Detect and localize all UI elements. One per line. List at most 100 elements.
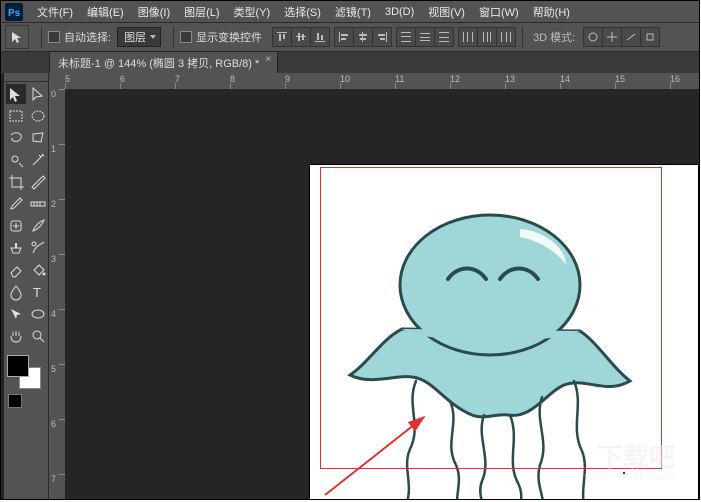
document-tab-title: 未标题-1 @ 144% (椭圆 3 拷贝, RGB/8) *: [58, 58, 259, 70]
align-left-icon[interactable]: [334, 27, 354, 47]
checkbox-icon: [180, 31, 192, 43]
ruler-tick: 11: [395, 74, 404, 84]
tools-grip-icon[interactable]: [4, 73, 48, 82]
tools-panel: T: [4, 73, 49, 499]
ruler-tick: 2: [51, 199, 56, 209]
history-brush-icon[interactable]: [28, 238, 48, 258]
brush-icon[interactable]: [28, 216, 48, 236]
auto-select-target-value: 图层: [124, 29, 146, 45]
color-swatches[interactable]: [6, 354, 46, 390]
path-select-icon[interactable]: [28, 84, 48, 104]
paint-bucket-icon[interactable]: [28, 260, 48, 280]
align-right-icon[interactable]: [373, 27, 392, 47]
ruler-tick: 12: [450, 74, 460, 84]
oval-marquee-icon[interactable]: [28, 106, 48, 126]
ruler-origin[interactable]: [49, 73, 66, 90]
menu-select[interactable]: 选择(S): [277, 3, 328, 21]
crop-icon[interactable]: [6, 172, 26, 192]
poly-lasso-icon[interactable]: [28, 128, 48, 148]
mode3d-scale-icon[interactable]: [641, 27, 660, 47]
mode3d-pan-icon[interactable]: [603, 27, 622, 47]
align-left-group: [334, 27, 392, 47]
svg-text:T: T: [33, 285, 41, 300]
ruler-icon[interactable]: [28, 194, 48, 214]
show-transform-checkbox[interactable]: 显示变换控件: [180, 29, 262, 45]
ruler-tick: 7: [51, 474, 56, 484]
document-tab[interactable]: 未标题-1 @ 144% (椭圆 3 拷贝, RGB/8) * ×: [49, 51, 278, 74]
rect-marquee-icon[interactable]: [6, 106, 26, 126]
distribute-group: [396, 27, 454, 47]
hand-icon[interactable]: [6, 326, 26, 346]
main-area: T 5678910111213141516 012345678: [1, 73, 699, 499]
move-tool-icon[interactable]: [6, 84, 26, 104]
ruler-tick: 14: [560, 74, 570, 84]
magic-wand-icon[interactable]: [28, 150, 48, 170]
menu-edit[interactable]: 编辑(E): [80, 3, 131, 21]
quick-select-icon[interactable]: [6, 150, 26, 170]
zoom-icon[interactable]: [28, 326, 48, 346]
ruler-tick: 0: [51, 89, 56, 99]
close-tab-icon[interactable]: ×: [263, 55, 273, 65]
distribute-hcenter-icon[interactable]: [478, 27, 497, 47]
ruler-tick: 13: [505, 74, 515, 84]
menu-window[interactable]: 窗口(W): [472, 3, 526, 21]
ruler-tick: 1: [51, 144, 56, 154]
menu-view[interactable]: 视图(V): [421, 3, 472, 21]
align-bottom-icon[interactable]: [311, 27, 330, 47]
eyedropper-icon[interactable]: [6, 194, 26, 214]
menu-help[interactable]: 帮助(H): [526, 3, 577, 21]
auto-select-target-select[interactable]: 图层: [117, 27, 161, 47]
tools-grid: T: [4, 82, 48, 348]
menu-type[interactable]: 类型(Y): [227, 3, 278, 21]
artboard[interactable]: [310, 165, 698, 499]
auto-select-checkbox[interactable]: 自动选择:: [48, 29, 111, 45]
mode-3d-group: [583, 27, 660, 47]
canvas-stage[interactable]: [65, 89, 699, 499]
ruler-tick: 3: [51, 254, 56, 264]
distribute-h-group: [458, 27, 516, 47]
eraser-icon[interactable]: [6, 260, 26, 280]
clone-stamp-icon[interactable]: [6, 238, 26, 258]
align-hcenter-icon[interactable]: [354, 27, 373, 47]
mode-3d-label: 3D 模式:: [533, 29, 575, 45]
align-top-icon[interactable]: [272, 27, 292, 47]
menubar: Ps 文件(F) 编辑(E) 图像(I) 图层(L) 类型(Y) 选择(S) 滤…: [1, 1, 699, 23]
slice-icon[interactable]: [28, 172, 48, 192]
menu-layer[interactable]: 图层(L): [177, 3, 226, 21]
mode3d-orbit-icon[interactable]: [583, 27, 603, 47]
show-transform-label: 显示变换控件: [196, 29, 262, 45]
work-area: 5678910111213141516 012345678: [49, 73, 699, 499]
shape-icon[interactable]: [28, 304, 48, 324]
arrow-icon[interactable]: [6, 304, 26, 324]
align-vcenter-icon[interactable]: [292, 27, 311, 47]
separator: [173, 26, 174, 48]
ruler-vertical[interactable]: 012345678: [49, 89, 66, 499]
healing-brush-icon[interactable]: [6, 216, 26, 236]
checkbox-icon: [48, 31, 60, 43]
photoshop-window: Ps 文件(F) 编辑(E) 图像(I) 图层(L) 类型(Y) 选择(S) 滤…: [0, 0, 700, 500]
document-tab-bar: 未标题-1 @ 144% (椭圆 3 拷贝, RGB/8) * ×: [1, 52, 699, 75]
menu-file[interactable]: 文件(F): [30, 3, 80, 21]
menu-filter[interactable]: 滤镜(T): [328, 3, 378, 21]
align-top-group: [272, 27, 330, 47]
foreground-swatch[interactable]: [7, 355, 29, 377]
ruler-tick: 15: [615, 74, 625, 84]
blur-icon[interactable]: [6, 282, 26, 302]
mode3d-slide-icon[interactable]: [622, 27, 641, 47]
quick-mask-icon[interactable]: [8, 394, 22, 408]
ruler-tick: 10: [340, 74, 350, 84]
type-icon[interactable]: T: [28, 282, 48, 302]
distribute-top-icon[interactable]: [396, 27, 416, 47]
distribute-left-icon[interactable]: [458, 27, 478, 47]
ruler-horizontal[interactable]: 5678910111213141516: [65, 73, 699, 90]
menu-3d[interactable]: 3D(D): [378, 5, 421, 19]
distribute-bottom-icon[interactable]: [435, 27, 454, 47]
distribute-vcenter-icon[interactable]: [416, 27, 435, 47]
app-logo-icon: Ps: [4, 2, 24, 22]
menu-image[interactable]: 图像(I): [131, 3, 177, 21]
ruler-tick: 5: [51, 364, 56, 374]
distribute-right-icon[interactable]: [497, 27, 516, 47]
lasso-icon[interactable]: [6, 128, 26, 148]
svg-text:Ps: Ps: [8, 8, 21, 19]
move-tool-preset-icon[interactable]: [5, 25, 29, 49]
